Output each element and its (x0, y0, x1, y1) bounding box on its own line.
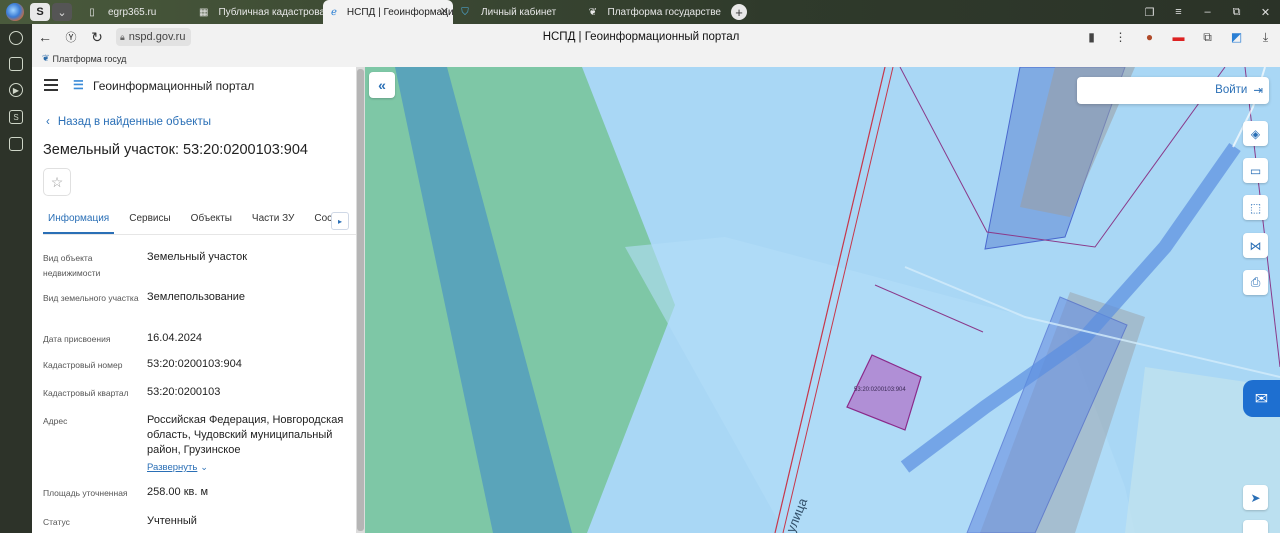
map-canvas[interactable]: 53:20:0200103:904 улица (365, 67, 1280, 533)
login-icon: ⇥ (1253, 85, 1263, 97)
bookmark-icon[interactable]: ▮ (1077, 30, 1106, 44)
parcel-number-label: 53:20:0200103:904 (854, 387, 906, 393)
video-icon[interactable]: ▶ (9, 83, 23, 97)
new-tab-button[interactable]: + (731, 4, 747, 20)
locate-button[interactable]: ➤ (1243, 485, 1268, 510)
portal-logo-icon: ☰ (73, 78, 84, 92)
tab-nspd[interactable]: ℯ НСПД | Геоинформаци ✕ (323, 0, 453, 24)
emblem-icon: ❦ (42, 53, 50, 63)
ruler-button[interactable]: ▭ (1243, 158, 1268, 183)
login-button[interactable]: Войти ⇥ (1215, 83, 1263, 97)
object-info-panel: ☰ Геоинформационный портал ‹ Назад в найд… (32, 67, 356, 533)
tab-egrp365[interactable]: ▯ egrp365.ru (72, 0, 195, 24)
print-button[interactable]: ⎙ (1243, 270, 1268, 295)
panel-scrollbar[interactable] (356, 67, 365, 533)
back-icon[interactable]: ← (32, 29, 58, 45)
bookmark-item[interactable]: Платформа госуд (53, 54, 127, 64)
history-icon[interactable] (9, 31, 23, 45)
extension-2-icon[interactable]: ⧉ (1193, 30, 1222, 45)
emblem-icon: ❦ (588, 6, 597, 18)
chat-support-button[interactable]: ✉ (1243, 380, 1280, 417)
restore-icon[interactable]: ⧉ (1222, 6, 1251, 19)
map-layers (365, 67, 1280, 533)
navigation-arrow-icon: ➤ (1250, 490, 1261, 505)
extension-1-icon[interactable]: ● (1135, 30, 1164, 44)
browser-logo-icon[interactable] (6, 3, 24, 21)
map-icon: ▦ (199, 6, 209, 18)
scrollbar-thumb[interactable] (357, 69, 364, 531)
close-tab-icon[interactable]: ✕ (440, 5, 449, 18)
more-icon[interactable]: ⋮ (1106, 30, 1135, 44)
expand-address-link[interactable]: Развернуть (147, 462, 197, 473)
flag-icon[interactable]: ▬ (1164, 30, 1193, 44)
minimize-icon[interactable]: – (1193, 6, 1222, 18)
collections-icon[interactable]: ❐ (1135, 6, 1164, 19)
share-icon: ⋈ (1249, 238, 1262, 253)
tab-services[interactable]: Сервисы (124, 211, 175, 234)
portal-title: Геоинформационный портал (93, 79, 255, 93)
layers-icon: ◈ (1250, 126, 1261, 141)
close-window-icon[interactable]: ✕ (1251, 6, 1280, 19)
select-area-icon: ⬚ (1249, 200, 1262, 215)
nspd-icon: ℯ (331, 6, 337, 18)
browser-tab-bar: S ⌄ ▯ egrp365.ru ▦ Публичная кадастровая… (0, 0, 1280, 24)
document-icon: ▯ (89, 6, 95, 18)
page-title-center: НСПД | Геоинформационный портал (542, 31, 740, 43)
bookmarks-bar: ❦ Платформа госуд (32, 50, 1280, 67)
info-tabs: Информация Сервисы Объекты Части ЗУ Сост… (43, 211, 356, 235)
extra-map-button[interactable] (1243, 520, 1268, 533)
collapse-panel-button[interactable]: « (369, 72, 395, 98)
tab-state-platform[interactable]: ❦ Платформа государстве (586, 0, 721, 24)
tab-personal-account[interactable]: ⛉ Личный кабинет (453, 0, 586, 24)
menu-icon[interactable]: ≡ (1164, 6, 1193, 18)
favorite-star-button[interactable]: ☆ (43, 168, 71, 196)
ruler-icon: ▭ (1249, 163, 1262, 178)
gallery-icon[interactable] (9, 137, 23, 151)
chevron-down-icon[interactable]: ⌄ (52, 3, 72, 21)
workspace-icon[interactable]: S (30, 3, 50, 21)
extension-3-icon[interactable]: ◩ (1222, 30, 1251, 44)
tab-information[interactable]: Информация (43, 211, 115, 234)
hamburger-menu-icon[interactable] (44, 79, 58, 91)
select-area-button[interactable]: ⬚ (1243, 195, 1268, 220)
downloads-icon[interactable]: ⤓ (1251, 30, 1280, 45)
yandex-icon[interactable]: Ⓨ (58, 29, 84, 45)
lock-icon: 🔒︎ (120, 31, 125, 42)
back-to-results-link[interactable]: ‹ Назад в найденные объекты (46, 116, 211, 128)
map-search-box[interactable]: Войти ⇥ (1077, 77, 1269, 104)
chevron-down-icon: ⌄ (200, 462, 208, 472)
tab-parts[interactable]: Части ЗУ (247, 211, 299, 234)
chat-icon: ✉ (1254, 390, 1269, 408)
reload-icon[interactable]: ↻ (84, 29, 110, 46)
workspace-s-icon[interactable]: S (9, 110, 23, 124)
browser-side-rail: ▶ S (0, 24, 32, 533)
notes-icon[interactable] (9, 57, 23, 71)
address-bar: ← Ⓨ ↻ 🔒︎ nspd.gov.ru НСПД | Геоинформаци… (32, 24, 1280, 50)
shield-icon: ⛉ (461, 6, 469, 18)
print-icon: ⎙ (1250, 275, 1261, 289)
tab-public-cadastral[interactable]: ▦ Публичная кадастровая (195, 0, 323, 24)
share-button[interactable]: ⋈ (1243, 233, 1268, 258)
tabs-scroll-right-button[interactable]: ▸ (331, 212, 349, 230)
url-field[interactable]: 🔒︎ nspd.gov.ru (116, 28, 192, 46)
object-title: Земельный участок: 53:20:0200103:904 (43, 142, 308, 158)
tab-objects[interactable]: Объекты (186, 211, 237, 234)
chevron-left-icon: ‹ (46, 116, 50, 128)
layers-button[interactable]: ◈ (1243, 121, 1268, 146)
